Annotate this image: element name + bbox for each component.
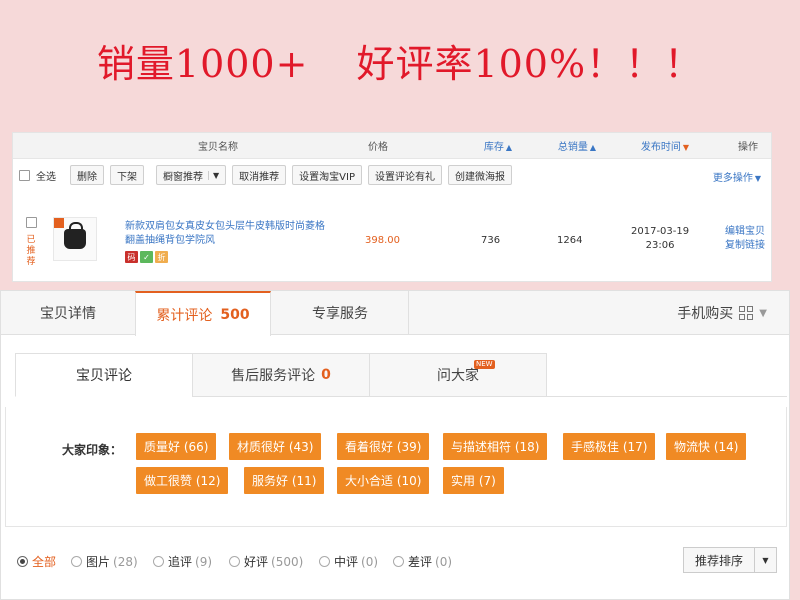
impression-tag[interactable]: 大小合适 (10) bbox=[337, 467, 430, 494]
review-subtabs: 宝贝评论 售后服务评论 0 问大家 NEW bbox=[15, 353, 787, 397]
impression-tag[interactable]: 手感极佳 (17) bbox=[563, 433, 656, 460]
impression-tag[interactable]: 做工很赞 (12) bbox=[136, 467, 229, 494]
header-actions: 操作 bbox=[738, 142, 758, 153]
chevron-down-icon[interactable]: ▼ bbox=[754, 548, 776, 572]
row-actions: 编辑宝贝 复制链接 bbox=[725, 225, 765, 253]
radio-icon[interactable] bbox=[71, 556, 82, 567]
seller-product-table: 宝贝名称 价格 库存 ▲ 总销量 ▲ 发布时间 ▼ 操作 全选 删除 下架 橱窗推荐 ▼… bbox=[12, 132, 772, 282]
table-header: 宝贝名称 价格 库存 ▲ 总销量 ▲ 发布时间 ▼ 操作 bbox=[13, 133, 771, 159]
copy-link-link[interactable]: 复制链接 bbox=[725, 239, 765, 253]
header-stock[interactable]: 库存 ▲ bbox=[463, 138, 533, 153]
filter-negative[interactable]: 差评 (0) bbox=[393, 553, 452, 570]
promo-banner: 销量1000+ 好评率100%！！！ bbox=[0, 0, 800, 120]
impression-tag[interactable]: 物流快 (14) bbox=[666, 433, 747, 460]
new-badge: NEW bbox=[474, 360, 495, 369]
tab-details[interactable]: 宝贝详情 bbox=[1, 291, 135, 335]
impression-tag[interactable]: 实用 (7) bbox=[443, 467, 504, 494]
recommended-label: 已推荐 bbox=[26, 235, 36, 267]
impression-tag[interactable]: 服务好 (11) bbox=[244, 467, 325, 494]
filter-followup[interactable]: 追评 (9) bbox=[153, 553, 212, 570]
sort-icon: ▲ bbox=[505, 143, 513, 152]
reviews-section: 宝贝详情 累计评论 500 专享服务 手机购买 ▼ 宝贝评论 售后服务评论 0 问大… bbox=[0, 290, 790, 600]
reviews-count: 500 bbox=[220, 306, 250, 323]
filter-all[interactable]: 全部 bbox=[17, 553, 56, 570]
impression-tag[interactable]: 看着很好 (39) bbox=[337, 433, 430, 460]
sort-desc-icon: ▼ bbox=[682, 143, 690, 152]
radio-icon[interactable] bbox=[153, 556, 164, 567]
set-vip-button[interactable]: 设置淘宝VIP bbox=[292, 165, 362, 185]
table-toolbar: 全选 删除 下架 橱窗推荐 ▼ 取消推荐 设置淘宝VIP 设置评论有礼 创建微海报 bbox=[19, 163, 512, 187]
filter-positive[interactable]: 好评 (500) bbox=[229, 553, 303, 570]
row-checkbox[interactable] bbox=[25, 217, 37, 228]
impression-tag[interactable]: 材质很好 (43) bbox=[229, 433, 322, 460]
product-stock: 736 bbox=[481, 235, 501, 246]
thumbnail-tag bbox=[54, 218, 64, 228]
mobile-badge-icon: ✓ bbox=[140, 251, 153, 263]
aftersale-count: 0 bbox=[321, 367, 331, 383]
product-thumbnail[interactable] bbox=[53, 217, 97, 261]
radio-icon[interactable] bbox=[17, 556, 28, 567]
mobile-buy-button[interactable]: 手机购买 ▼ bbox=[677, 291, 767, 335]
sales-text: 销量1000+ bbox=[96, 41, 309, 86]
select-all-label: 全选 bbox=[36, 171, 56, 183]
sort-label: 推荐排序 bbox=[694, 553, 743, 568]
header-total-sales[interactable]: 总销量 ▲ bbox=[537, 138, 617, 153]
create-poster-button[interactable]: 创建微海报 bbox=[447, 165, 512, 185]
row-status: 已推荐 bbox=[23, 217, 39, 268]
product-sales: 1264 bbox=[557, 235, 583, 246]
header-name: 宝贝名称 bbox=[198, 142, 238, 153]
delete-button[interactable]: 删除 bbox=[70, 165, 104, 185]
more-ops-link[interactable]: 更多操作 ▼ bbox=[713, 169, 761, 184]
impressions-panel: 大家印象： 质量好 (66) 材质很好 (43) 看着很好 (39) 与描述相符… bbox=[5, 407, 787, 527]
dropdown-icon[interactable]: ▼ bbox=[208, 170, 219, 180]
edit-item-link[interactable]: 编辑宝贝 bbox=[725, 225, 765, 239]
radio-icon[interactable] bbox=[393, 556, 404, 567]
radio-icon[interactable] bbox=[319, 556, 330, 567]
tab-service[interactable]: 专享服务 bbox=[271, 291, 409, 335]
impression-tag[interactable]: 与描述相符 (18) bbox=[443, 433, 548, 460]
backpack-image-icon bbox=[64, 222, 86, 249]
product-price: 398.00 bbox=[365, 235, 400, 246]
table-row: 已推荐 新款双肩包女真皮女包头层牛皮韩版时尚菱格翻盖抽绳背包学院风 码 ✓ 折 … bbox=[13, 211, 771, 277]
set-review-gift-button[interactable]: 设置评论有礼 bbox=[367, 165, 442, 185]
qr-code-icon bbox=[739, 306, 754, 320]
tab-item-reviews[interactable]: 宝贝评论 bbox=[15, 353, 193, 397]
impressions-label: 大家印象： bbox=[62, 443, 123, 457]
impression-tag[interactable]: 质量好 (66) bbox=[136, 433, 217, 460]
chevron-down-icon: ▼ bbox=[759, 307, 767, 319]
product-badges: 码 ✓ 折 bbox=[125, 251, 168, 263]
select-all-checkbox[interactable] bbox=[19, 169, 30, 181]
sort-icon: ▲ bbox=[589, 143, 597, 152]
tab-aftersale-reviews[interactable]: 售后服务评论 0 bbox=[192, 353, 370, 397]
window-recommend-button[interactable]: 橱窗推荐 ▼ bbox=[156, 165, 227, 185]
product-title[interactable]: 新款双肩包女真皮女包头层牛皮韩版时尚菱格翻盖抽绳背包学院风 bbox=[125, 220, 325, 248]
main-tabs: 宝贝详情 累计评论 500 专享服务 手机购买 ▼ bbox=[1, 291, 789, 336]
code-badge-icon: 码 bbox=[125, 251, 138, 263]
header-price: 价格 bbox=[368, 142, 388, 153]
publish-datetime: 2017-03-19 23:06 bbox=[631, 226, 690, 251]
filter-images[interactable]: 图片 (28) bbox=[71, 553, 138, 570]
header-publish-time[interactable]: 发布时间 ▼ bbox=[625, 138, 705, 153]
tab-ask-everyone[interactable]: 问大家 NEW bbox=[369, 353, 547, 397]
review-filter-bar: 全部 图片 (28) 追评 (9) 好评 (500) 中评 (0) 差评 (0) 推荐排序… bbox=[1, 541, 791, 579]
sort-dropdown[interactable]: 推荐排序 ▼ bbox=[683, 547, 777, 573]
delist-button[interactable]: 下架 bbox=[110, 165, 144, 185]
discount-badge-icon: 折 bbox=[155, 251, 168, 263]
tab-reviews[interactable]: 累计评论 500 bbox=[135, 291, 271, 336]
filter-neutral[interactable]: 中评 (0) bbox=[319, 553, 378, 570]
chevron-down-icon: ▼ bbox=[754, 174, 761, 183]
cancel-recommend-button[interactable]: 取消推荐 bbox=[232, 165, 287, 185]
rating-text: 好评率100%！！！ bbox=[356, 41, 704, 86]
radio-icon[interactable] bbox=[229, 556, 240, 567]
